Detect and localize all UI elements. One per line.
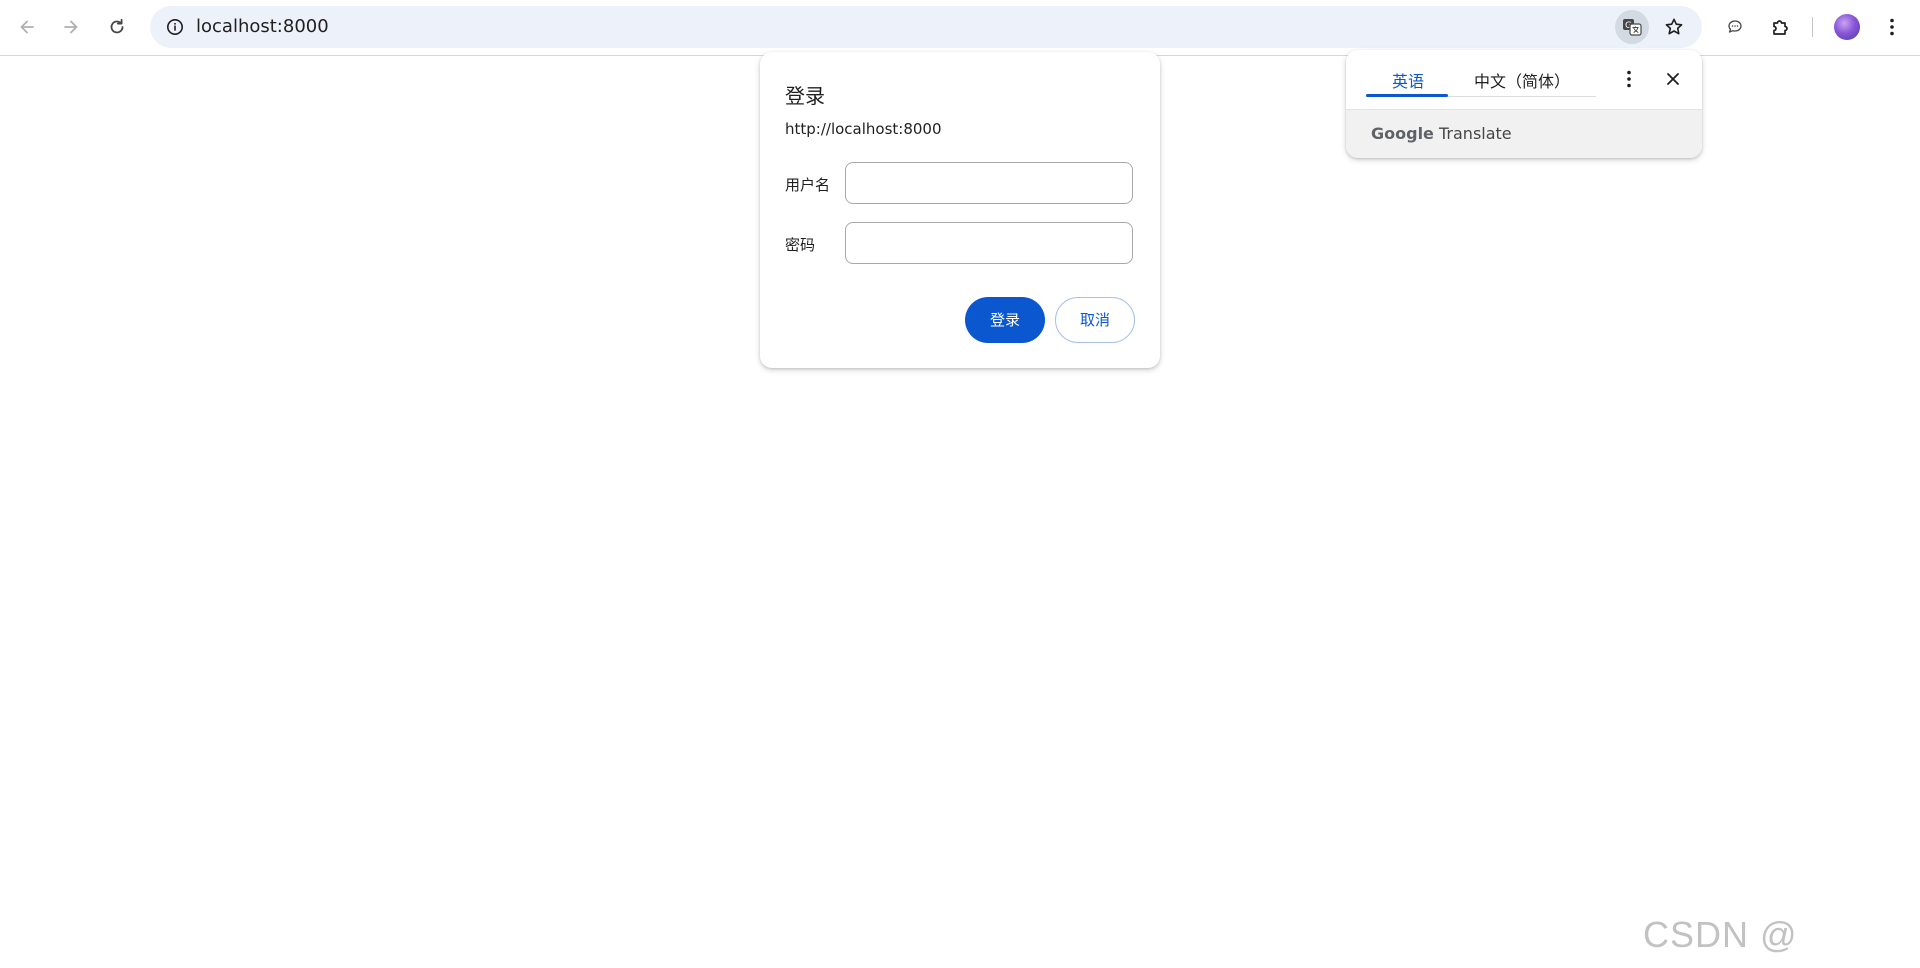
tab-source-language[interactable]: 英语 xyxy=(1392,68,1424,94)
info-icon xyxy=(167,19,183,35)
username-input[interactable] xyxy=(845,162,1133,204)
arrow-left-icon xyxy=(20,20,34,34)
tab-target-language[interactable]: 中文（简体） xyxy=(1474,68,1570,94)
reload-icon xyxy=(110,18,124,34)
translate-options-button[interactable] xyxy=(1612,62,1646,96)
dialog-origin: http://localhost:8000 xyxy=(785,120,942,138)
translate-button[interactable]: G xyxy=(1615,10,1649,44)
profile-button[interactable] xyxy=(1828,8,1866,46)
active-tab-indicator xyxy=(1366,94,1448,97)
star-icon xyxy=(1665,18,1683,35)
login-button[interactable]: 登录 xyxy=(965,297,1045,343)
watermark: CSDN @ xyxy=(1643,914,1798,955)
arrow-right-icon xyxy=(64,20,78,34)
omnibox[interactable]: localhost:8000 G xyxy=(150,6,1702,48)
translate-icon: G xyxy=(1623,19,1642,36)
username-label: 用户名 xyxy=(785,176,831,194)
chat-button[interactable] xyxy=(1716,8,1754,46)
puzzle-icon xyxy=(1773,20,1788,35)
back-button[interactable] xyxy=(8,8,46,46)
url-text[interactable]: localhost:8000 xyxy=(196,6,329,48)
translate-bubble: 英语 中文（简体） Google Translate xyxy=(1346,50,1702,158)
dialog-title: 登录 xyxy=(785,84,825,108)
avatar xyxy=(1834,14,1860,40)
translate-footer: Google Translate xyxy=(1346,109,1702,158)
password-label: 密码 xyxy=(785,236,816,254)
toolbar-separator xyxy=(1812,17,1813,37)
cancel-button[interactable]: 取消 xyxy=(1055,297,1135,343)
password-input[interactable] xyxy=(845,222,1133,264)
reload-button[interactable] xyxy=(98,8,136,46)
forward-button[interactable] xyxy=(52,8,90,46)
browser-toolbar: localhost:8000 G xyxy=(0,0,1920,56)
extensions-button[interactable] xyxy=(1762,8,1800,46)
close-icon xyxy=(1667,73,1679,85)
kebab-icon xyxy=(1890,18,1894,36)
browser-menu-button[interactable] xyxy=(1873,8,1911,46)
brand-google: Google xyxy=(1371,124,1434,143)
login-dialog: 登录 http://localhost:8000 用户名 密码 登录 取消 xyxy=(760,52,1160,368)
translate-close-button[interactable] xyxy=(1656,62,1690,96)
brand-translate: Translate xyxy=(1439,124,1512,143)
chat-bubble-icon xyxy=(1728,20,1742,33)
bookmark-button[interactable] xyxy=(1657,10,1691,44)
kebab-icon xyxy=(1627,70,1631,88)
google-translate-brand: Google Translate xyxy=(1371,124,1512,143)
site-info-button[interactable] xyxy=(159,11,191,43)
